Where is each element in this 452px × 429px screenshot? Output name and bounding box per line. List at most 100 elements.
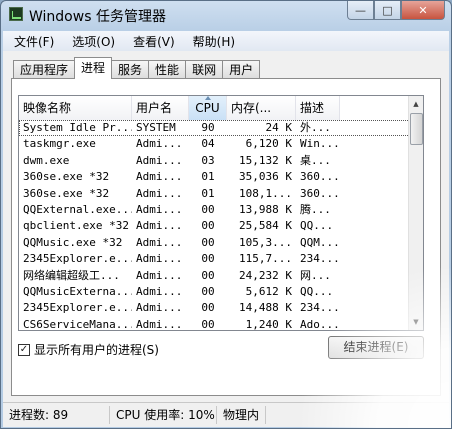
- show-all-users-checkbox[interactable]: ✓: [18, 343, 30, 356]
- window-title: Windows 任务管理器: [29, 9, 166, 25]
- cell-image-name: qbclient.exe *32: [23, 219, 129, 233]
- column-header-user-name[interactable]: 用户名: [132, 96, 189, 120]
- cell-user-name: Admi...: [136, 301, 183, 315]
- close-button[interactable]: ✕: [401, 1, 445, 20]
- column-header-image-name[interactable]: 映像名称: [19, 96, 132, 120]
- cell-description: 桌...: [300, 153, 331, 167]
- process-rows: System Idle Pr... SYSTEM 90 24 K 外... taskmgr…: [19, 120, 410, 331]
- column-header-memory[interactable]: 内存(...: [227, 96, 296, 120]
- cell-memory: 35,036 K: [239, 170, 292, 184]
- cell-memory: 105,3...: [239, 235, 292, 249]
- cell-description: 234...: [300, 301, 340, 315]
- vertical-scrollbar[interactable]: ▲ ▼: [408, 96, 423, 330]
- client-area: 应用程序 进程 服务 性能 联网 用户 映像名称 用户名 CPU 内存(... …: [3, 51, 449, 402]
- show-all-users-option[interactable]: ✓ 显示所有用户的进程(S): [18, 341, 159, 358]
- column-header-cpu-label: CPU: [195, 101, 220, 115]
- table-row[interactable]: 2345Explorer.e... Admi... 00 115,7... 234...: [19, 251, 410, 267]
- title-bar[interactable]: Windows 任务管理器 — □ ✕: [1, 1, 451, 31]
- cell-user-name: Admi...: [136, 284, 183, 298]
- tab-strip: 应用程序 进程 服务 性能 联网 用户: [13, 57, 261, 79]
- cell-user-name: Admi...: [136, 317, 183, 331]
- cell-description: 腾...: [300, 202, 331, 216]
- cell-memory: 108,1...: [239, 186, 292, 200]
- menu-file[interactable]: 文件(F): [3, 33, 61, 50]
- cell-image-name: dwm.exe: [23, 153, 70, 167]
- menu-options[interactable]: 选项(O): [61, 33, 122, 50]
- cell-cpu: 00: [201, 301, 215, 315]
- minimize-button[interactable]: —: [347, 1, 374, 20]
- table-row[interactable]: 360se.exe *32 Admi... 01 35,036 K 360...: [19, 169, 410, 185]
- maximize-button[interactable]: □: [374, 1, 401, 20]
- cell-cpu: 00: [201, 268, 215, 282]
- cell-memory: 15,132 K: [239, 153, 292, 167]
- end-process-button[interactable]: 结束进程(E): [328, 336, 424, 359]
- tab-performance[interactable]: 性能: [148, 60, 187, 79]
- cell-image-name: 360se.exe *32: [23, 186, 110, 200]
- cell-memory: 13,988 K: [239, 202, 292, 216]
- cell-description: 外...: [300, 121, 331, 134]
- tab-processes[interactable]: 进程: [74, 57, 113, 79]
- processes-panel: 映像名称 用户名 CPU 内存(... 描述 System Idle Pr...…: [11, 78, 441, 396]
- cell-cpu: 00: [201, 284, 215, 298]
- tab-networking[interactable]: 联网: [185, 60, 224, 79]
- cell-user-name: Admi...: [136, 170, 183, 184]
- cell-description: 网...: [300, 268, 331, 282]
- cell-description: Ado...: [300, 317, 340, 331]
- cell-memory: 115,7...: [239, 252, 292, 266]
- table-row[interactable]: taskmgr.exe Admi... 04 6,120 K Win...: [19, 136, 410, 152]
- cell-cpu: 00: [201, 202, 215, 216]
- cell-user-name: Admi...: [136, 186, 183, 200]
- table-row[interactable]: System Idle Pr... SYSTEM 90 24 K 外...: [19, 120, 410, 137]
- cell-cpu: 00: [201, 252, 215, 266]
- cell-cpu: 03: [201, 153, 215, 167]
- process-list[interactable]: 映像名称 用户名 CPU 内存(... 描述 System Idle Pr...…: [18, 95, 424, 331]
- menu-bar: 文件(F) 选项(O) 查看(V) 帮助(H): [3, 31, 449, 51]
- table-row[interactable]: QQMusic.exe *32 Admi... 00 105,3... QQM...: [19, 235, 410, 251]
- cell-cpu: 00: [201, 235, 215, 249]
- sort-ascending-icon: [204, 96, 211, 100]
- cell-description: Win...: [300, 137, 340, 151]
- tab-services[interactable]: 服务: [111, 60, 150, 79]
- status-cpu-usage: CPU 使用率: 10%: [110, 406, 217, 424]
- cell-user-name: Admi...: [136, 137, 183, 151]
- cell-image-name: CS6ServiceMana...: [23, 317, 132, 331]
- cell-description: 360...: [300, 186, 340, 200]
- menu-view[interactable]: 查看(V): [122, 33, 182, 50]
- table-row[interactable]: CS6ServiceMana... Admi... 00 1,240 K Ado...: [19, 317, 410, 331]
- cell-user-name: Admi...: [136, 153, 183, 167]
- table-row[interactable]: 网络编辑超级工... Admi... 00 24,232 K 网...: [19, 268, 410, 284]
- cell-description: 234...: [300, 252, 340, 266]
- cell-memory: 25,584 K: [239, 219, 292, 233]
- column-header-description[interactable]: 描述: [296, 96, 340, 120]
- tab-applications[interactable]: 应用程序: [13, 60, 76, 79]
- cell-description: QQ...: [300, 284, 334, 298]
- cell-memory: 14,488 K: [239, 301, 292, 315]
- cell-description: 360...: [300, 170, 340, 184]
- table-row[interactable]: dwm.exe Admi... 03 15,132 K 桌...: [19, 153, 410, 169]
- task-manager-window: Windows 任务管理器 — □ ✕ 文件(F) 选项(O) 查看(V) 帮助…: [0, 0, 452, 429]
- table-row[interactable]: QQMusicExterna... Admi... 00 5,612 K QQ...: [19, 284, 410, 300]
- table-row[interactable]: QQExternal.exe... Admi... 00 13,988 K 腾...: [19, 202, 410, 218]
- scroll-down-icon[interactable]: ▼: [409, 314, 423, 330]
- scroll-up-icon[interactable]: ▲: [409, 96, 423, 112]
- table-row[interactable]: 360se.exe *32 Admi... 01 108,1... 360...: [19, 186, 410, 202]
- column-header-cpu[interactable]: CPU: [189, 96, 227, 120]
- column-headers: 映像名称 用户名 CPU 内存(... 描述: [19, 96, 423, 120]
- cell-memory: 6,120 K: [245, 137, 292, 151]
- cell-image-name: 2345Explorer.e...: [23, 301, 132, 315]
- cell-image-name: QQMusic.exe *32: [23, 235, 123, 249]
- cell-memory: 24 K: [265, 121, 293, 134]
- cell-cpu: 00: [201, 317, 215, 331]
- cell-description: QQ...: [300, 219, 334, 233]
- menu-help[interactable]: 帮助(H): [182, 33, 242, 50]
- cell-description: QQM...: [300, 235, 340, 249]
- tab-users[interactable]: 用户: [222, 60, 261, 79]
- cell-image-name: QQMusicExterna...: [23, 284, 132, 298]
- scroll-thumb[interactable]: [410, 113, 423, 145]
- cell-user-name: Admi...: [136, 202, 183, 216]
- cell-cpu: 01: [201, 186, 215, 200]
- table-row[interactable]: qbclient.exe *32 Admi... 00 25,584 K QQ...: [19, 218, 410, 234]
- cell-memory: 5,612 K: [245, 284, 292, 298]
- cell-cpu: 04: [201, 137, 215, 151]
- table-row[interactable]: 2345Explorer.e... Admi... 00 14,488 K 234...: [19, 300, 410, 316]
